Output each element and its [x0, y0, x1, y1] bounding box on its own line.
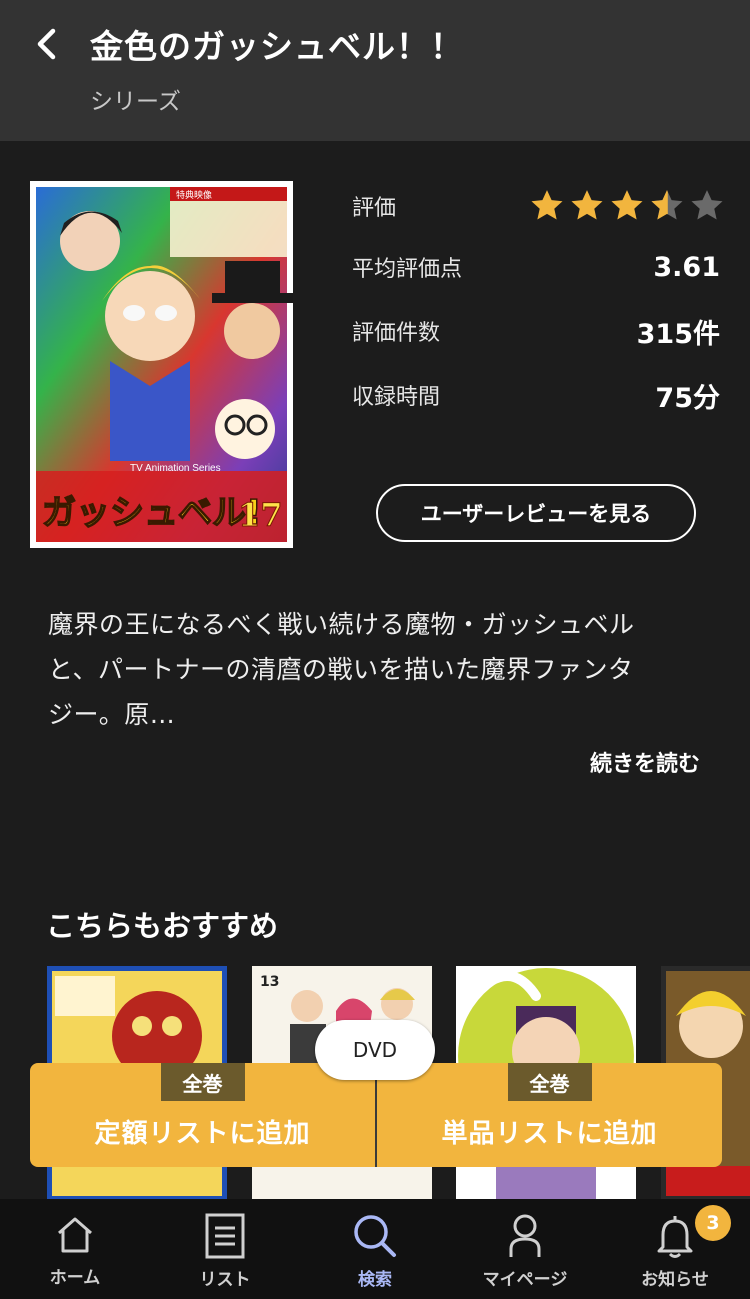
chevron-left-icon [37, 28, 56, 60]
tab-home[interactable]: ホーム [0, 1199, 150, 1299]
all-volumes-tag: 全巻 [160, 1063, 245, 1101]
tab-list-label: リスト [199, 1270, 251, 1290]
cover-volume: 17 [238, 496, 283, 534]
star-icon [571, 190, 603, 220]
star-icon [611, 190, 643, 220]
search-icon [354, 1215, 396, 1257]
duration-row: 収録時間 75分 [352, 375, 720, 415]
user-icon [509, 1214, 541, 1257]
recommend-volume: 13 [260, 974, 279, 990]
tab-search-label: 検索 [358, 1270, 392, 1290]
cover-image[interactable]: TV Animation Series ガッシュベル! 17 特典映像 [30, 181, 293, 548]
tab-notice-label: お知らせ [641, 1270, 709, 1290]
rating-row: 評価 [352, 186, 723, 226]
avg-rating-label: 平均評価点 [352, 257, 463, 282]
tab-mypage[interactable]: マイページ [450, 1199, 600, 1299]
star-half-icon [651, 190, 683, 220]
read-more-link[interactable]: 続きを読む [590, 746, 700, 778]
user-review-button[interactable]: ユーザーレビューを見る [376, 484, 696, 542]
tab-list[interactable]: リスト [150, 1199, 300, 1299]
rating-count-value: 315件 [636, 318, 720, 350]
cover-logo-text: ガッシュベル! [42, 493, 262, 533]
all-volumes-tag: 全巻 [507, 1063, 592, 1101]
recommend-title: こちらもおすすめ [46, 909, 279, 943]
star-icon [531, 190, 563, 220]
bell-icon [657, 1216, 693, 1258]
rating-stars [528, 187, 726, 225]
page-subtitle: シリーズ [90, 89, 181, 115]
description-line: と、パートナーの清麿の戦いを描いた魔界ファンタ [48, 655, 634, 684]
rating-count-label: 評価件数 [352, 321, 441, 346]
cover-series-text: TV Animation Series [130, 463, 221, 474]
home-icon [58, 1217, 92, 1253]
tab-home-label: ホーム [49, 1268, 101, 1288]
description: 魔界の王になるべく戦い続ける魔物・ガッシュベル と、パートナーの清麿の戦いを描い… [48, 602, 708, 737]
rating-count-row: 評価件数 315件 [352, 311, 720, 351]
star-empty-icon [691, 190, 723, 220]
rating-label: 評価 [352, 196, 397, 221]
back-button[interactable] [24, 22, 68, 66]
format-selector[interactable]: DVD [315, 1020, 435, 1080]
page-title: 金色のガッシュベル！！ [90, 27, 464, 66]
avg-rating-row: 平均評価点 3.61 [352, 247, 720, 287]
description-line: 魔界の王になるべく戦い続ける魔物・ガッシュベル [48, 610, 635, 639]
tab-mypage-label: マイページ [482, 1270, 568, 1290]
tab-search[interactable]: 検索 [300, 1199, 450, 1299]
duration-value: 75分 [655, 382, 720, 414]
description-line: ジー。原… [48, 700, 176, 729]
cover-badge: 特典映像 [176, 189, 212, 201]
add-to-purchase-list-button[interactable]: 全巻 単品リストに追加 [377, 1063, 722, 1167]
add-to-purchase-list-label: 単品リストに追加 [441, 1119, 658, 1149]
add-to-subscription-list-button[interactable]: 全巻 定額リストに追加 [30, 1063, 375, 1167]
bottom-tab-bar: ホーム リスト 検索 マイページ お知らせ [0, 1199, 750, 1299]
avg-rating-value: 3.61 [653, 251, 720, 283]
duration-label: 収録時間 [352, 385, 441, 410]
header: 金色のガッシュベル！！ シリーズ [0, 0, 750, 141]
list-icon [205, 1213, 245, 1259]
add-to-subscription-list-label: 定額リストに追加 [94, 1119, 311, 1149]
notification-badge: 3 [695, 1205, 731, 1241]
